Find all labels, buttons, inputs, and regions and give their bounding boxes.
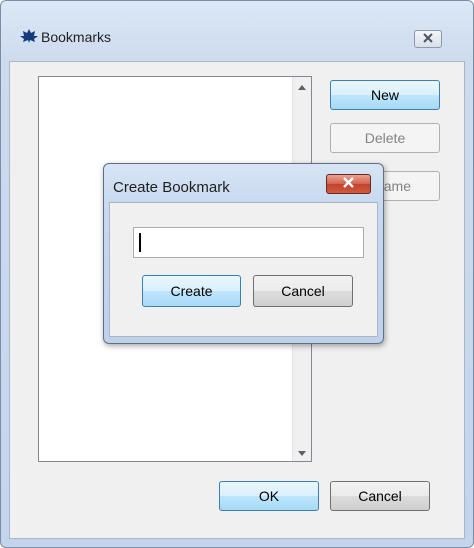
bookmark-name-input[interactable]	[133, 227, 364, 258]
dialog-client-area: Create Cancel	[109, 202, 378, 337]
cancel-button[interactable]: Cancel	[330, 481, 430, 511]
new-button[interactable]: New	[330, 80, 440, 110]
dialog-close-button[interactable]	[326, 174, 371, 194]
ok-button[interactable]: OK	[219, 481, 319, 511]
create-button[interactable]: Create	[142, 275, 241, 307]
text-caret	[139, 233, 141, 252]
create-bookmark-dialog: Create Bookmark Create Cancel	[103, 163, 384, 344]
chevron-down-icon	[298, 443, 306, 461]
dialog-title: Create Bookmark	[113, 179, 230, 196]
dialog-cancel-button[interactable]: Cancel	[253, 275, 353, 307]
close-icon	[422, 30, 434, 48]
window-close-button[interactable]	[414, 30, 442, 48]
scroll-down-button[interactable]	[293, 443, 311, 461]
chevron-up-icon	[298, 77, 306, 95]
delete-button[interactable]: Delete	[330, 123, 440, 153]
window-title: Bookmarks	[41, 29, 112, 45]
maple-leaf-icon	[19, 28, 39, 49]
scroll-up-button[interactable]	[293, 77, 311, 95]
close-icon	[342, 175, 355, 193]
